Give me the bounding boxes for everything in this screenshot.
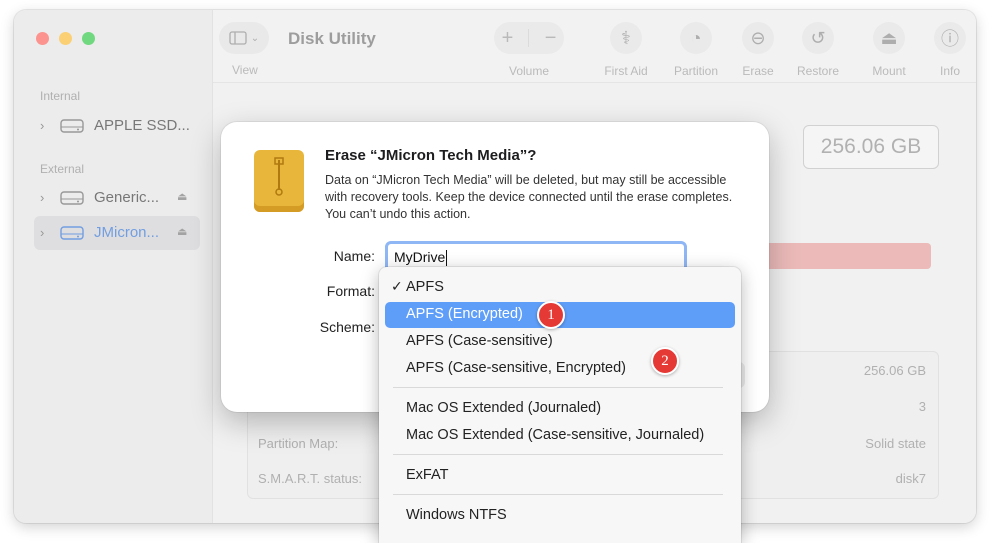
menu-item-exfat[interactable]: ExFAT xyxy=(385,463,735,489)
menu-item-mac-os-extended-journaled[interactable]: Mac OS Extended (Journaled) xyxy=(385,396,735,422)
format-label: Format: xyxy=(326,283,375,299)
menu-item-apfs[interactable]: ✓ APFS xyxy=(385,275,735,301)
menu-separator xyxy=(393,454,723,455)
menu-item-mac-os-extended-case-sensitive-journaled[interactable]: Mac OS Extended (Case-sensitive, Journal… xyxy=(385,423,735,449)
external-drive-icon xyxy=(254,150,304,212)
menu-item-label: Windows NTFS xyxy=(406,507,507,523)
step-badge-2: 2 xyxy=(651,347,679,375)
menu-item-label: APFS xyxy=(406,279,444,295)
menu-item-apfs-case-sensitive[interactable]: APFS (Case-sensitive) xyxy=(385,329,735,355)
text-cursor xyxy=(446,250,448,267)
menu-item-apfs-case-sensitive-encrypted[interactable]: APFS (Case-sensitive, Encrypted) xyxy=(385,356,735,382)
name-input-value: MyDrive xyxy=(394,249,446,265)
menu-item-label: APFS (Case-sensitive) xyxy=(406,333,553,349)
name-label: Name: xyxy=(333,248,375,264)
menu-item-label: APFS (Encrypted) xyxy=(406,306,523,322)
menu-item-label: Mac OS Extended (Journaled) xyxy=(406,400,602,416)
menu-item-label: ExFAT xyxy=(406,467,449,483)
dialog-message: Data on “JMicron Tech Media” will be del… xyxy=(325,173,733,221)
menu-item-label: APFS (Case-sensitive, Encrypted) xyxy=(406,360,626,376)
scheme-label: Scheme: xyxy=(319,319,375,335)
menu-item-windows-ntfs[interactable]: Windows NTFS xyxy=(385,503,735,529)
checkmark-icon: ✓ xyxy=(391,278,403,294)
menu-item-label: Mac OS Extended (Case-sensitive, Journal… xyxy=(406,427,705,443)
menu-separator xyxy=(393,494,723,495)
step-badge-1: 1 xyxy=(537,301,565,329)
dialog-title: Erase “JMicron Tech Media”? xyxy=(325,147,537,164)
menu-separator xyxy=(393,387,723,388)
